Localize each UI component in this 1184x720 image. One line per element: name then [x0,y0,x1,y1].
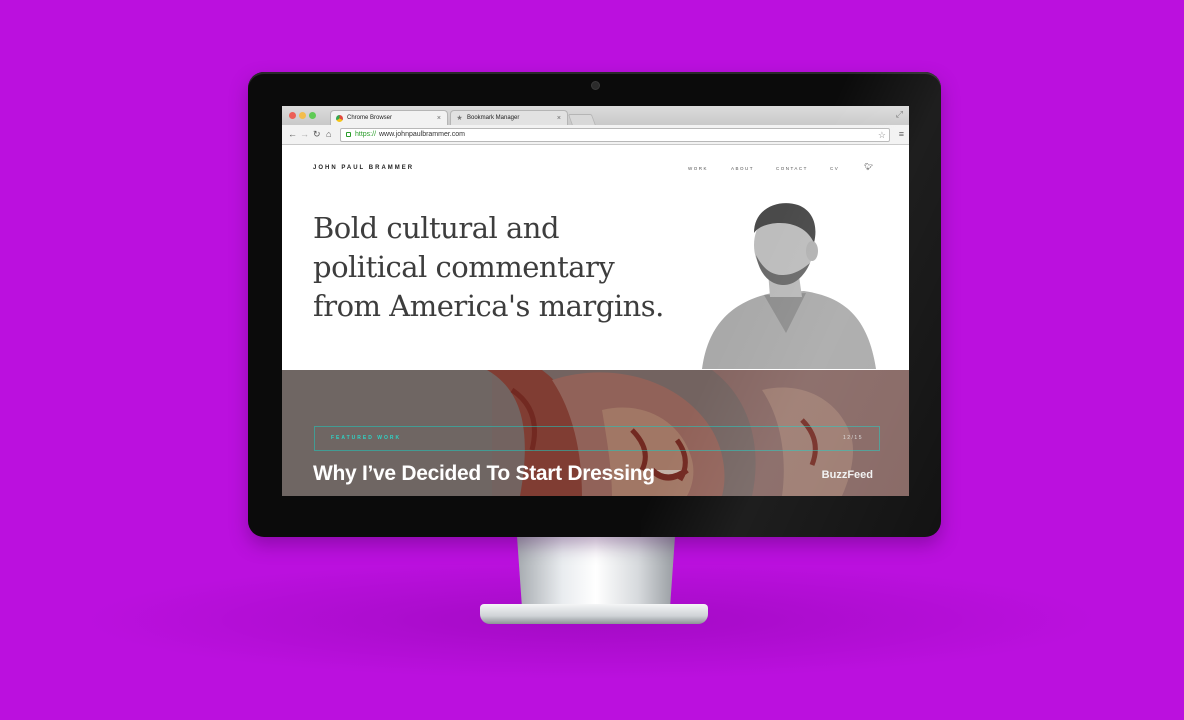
featured-date: 12/15 [842,435,863,441]
browser-toolbar: ← → ↻ ⌂ https:// www.johnpaulbrammer.com… [282,125,909,145]
featured-source-logo: BuzzFeed [821,469,873,481]
chrome-icon [336,115,343,122]
address-bar[interactable]: https:// www.johnpaulbrammer.com ☆ [340,128,890,142]
bookmark-star-icon[interactable]: ☆ [878,129,886,141]
close-icon[interactable]: × [437,111,441,126]
browser-tab-bar: Chrome Browser × ★ Bookmark Manager × ⤢ [282,106,909,126]
tab-label: Chrome Browser [347,115,393,121]
window-minimize-button[interactable] [299,112,306,119]
back-arrow-icon[interactable]: ← [288,128,297,140]
star-icon: ★ [456,115,463,122]
site-logo[interactable]: JOHN PAUL BRAMMER [313,165,414,171]
portrait-image [702,203,876,369]
hero-line: from America's margins. [313,289,664,323]
url-scheme: https:// [355,131,377,138]
nav-link-about[interactable]: ABOUT [731,166,754,171]
monitor-screen: Chrome Browser × ★ Bookmark Manager × ⤢ … [282,106,909,496]
fullscreen-icon[interactable]: ⤢ [896,109,903,120]
hero-headline: Bold cultural and political commentary f… [313,209,673,326]
nav-link-cv[interactable]: CV [830,166,839,171]
featured-title[interactable]: Why I’ve Decided To Start Dressing [313,462,655,486]
monitor-stand-neck [517,537,675,609]
home-icon[interactable]: ⌂ [326,128,331,140]
website-content: JOHN PAUL BRAMMER WORK ABOUT CONTACT CV … [282,145,909,496]
twitter-icon[interactable]: 🐦︎ [864,163,873,171]
featured-label: FEATURED WORK [331,435,402,441]
monitor-frame: Chrome Browser × ★ Bookmark Manager × ⤢ … [248,72,941,537]
tab-label: Bookmark Manager [467,115,520,121]
tab-chrome-browser[interactable]: Chrome Browser × [330,110,448,125]
featured-label-box: FEATURED WORK 12/15 [314,426,880,451]
reload-icon[interactable]: ↻ [313,128,321,140]
hero-line: Bold cultural and [313,211,560,245]
lock-icon [346,132,351,137]
featured-work-banner[interactable]: FEATURED WORK 12/15 Why I’ve Decided To … [282,370,909,496]
nav-link-work[interactable]: WORK [688,166,708,171]
camera-icon [591,81,600,90]
window-maximize-button[interactable] [309,112,316,119]
nav-link-contact[interactable]: CONTACT [776,166,808,171]
window-close-button[interactable] [289,112,296,119]
tab-bookmark-manager[interactable]: ★ Bookmark Manager × [450,110,568,125]
close-icon[interactable]: × [557,111,561,126]
menu-icon[interactable]: ≡ [899,128,904,140]
url-text: www.johnpaulbrammer.com [379,131,465,138]
forward-arrow-icon[interactable]: → [300,128,309,140]
monitor-stand-base [480,604,708,624]
hero-line: political commentary [313,250,615,284]
